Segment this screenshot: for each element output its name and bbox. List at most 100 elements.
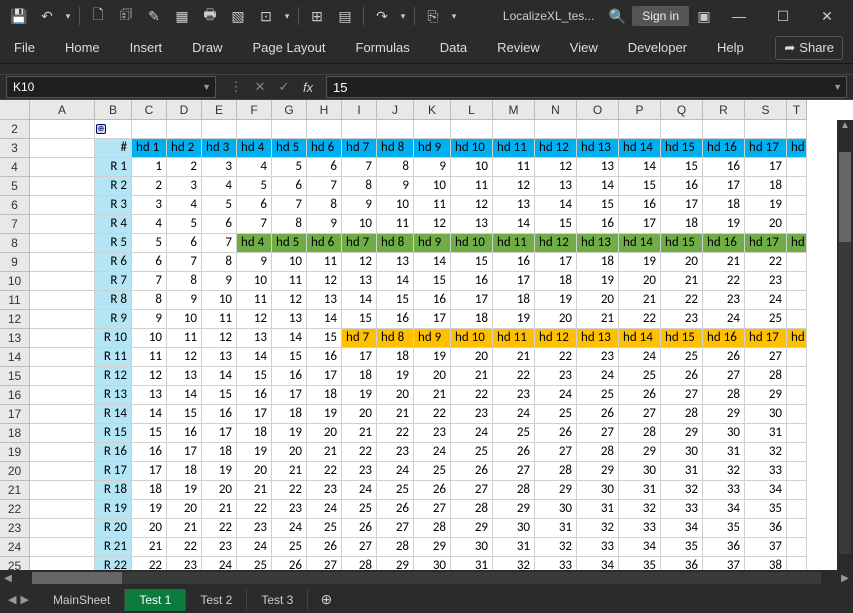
cell[interactable]: 24 bbox=[703, 310, 745, 329]
cell[interactable]: 4 bbox=[132, 215, 167, 234]
cell[interactable]: 10 bbox=[377, 196, 414, 215]
cell[interactable]: 24 bbox=[493, 405, 535, 424]
row-header[interactable]: 24 bbox=[0, 538, 30, 557]
cell[interactable] bbox=[30, 348, 95, 367]
cell[interactable]: 29 bbox=[619, 443, 661, 462]
cell[interactable]: hd 5 bbox=[272, 139, 307, 158]
cell[interactable]: 29 bbox=[535, 481, 577, 500]
cell[interactable]: 25 bbox=[619, 367, 661, 386]
cell[interactable]: 16 bbox=[377, 310, 414, 329]
cell[interactable]: 7 bbox=[167, 253, 202, 272]
vertical-scrollbar[interactable]: ▲ ▼ bbox=[837, 120, 853, 586]
quick-icon-7[interactable]: ▤ bbox=[332, 3, 358, 29]
cell[interactable]: 33 bbox=[619, 519, 661, 538]
cell[interactable]: 22 bbox=[535, 348, 577, 367]
formula-input[interactable]: 15▼ bbox=[326, 76, 847, 98]
cell[interactable]: 20 bbox=[377, 386, 414, 405]
cell[interactable]: 32 bbox=[703, 462, 745, 481]
scroll-thumb-h[interactable] bbox=[32, 572, 122, 584]
cell[interactable]: 19 bbox=[237, 443, 272, 462]
cell[interactable]: 16 bbox=[493, 253, 535, 272]
cell[interactable]: 12 bbox=[237, 310, 272, 329]
cell[interactable]: 33 bbox=[703, 481, 745, 500]
quick-icon-4[interactable]: ▧ bbox=[225, 3, 251, 29]
cell[interactable]: 10 bbox=[132, 329, 167, 348]
cell[interactable]: 10 bbox=[167, 310, 202, 329]
cell[interactable]: 23 bbox=[272, 500, 307, 519]
cell[interactable]: hd 2 bbox=[167, 139, 202, 158]
cell[interactable]: 24 bbox=[619, 348, 661, 367]
cell[interactable]: 9 bbox=[377, 177, 414, 196]
cell[interactable]: 12 bbox=[307, 272, 342, 291]
cell[interactable]: 29 bbox=[414, 538, 451, 557]
cell[interactable]: 18 bbox=[237, 424, 272, 443]
sheet-tab[interactable]: Test 3 bbox=[247, 589, 308, 611]
cell[interactable]: 37 bbox=[745, 538, 787, 557]
cell[interactable]: 22 bbox=[619, 310, 661, 329]
cell[interactable]: 34 bbox=[661, 519, 703, 538]
cell[interactable]: 24 bbox=[342, 481, 377, 500]
cell[interactable]: 31 bbox=[703, 443, 745, 462]
cell[interactable]: 27 bbox=[577, 424, 619, 443]
cell[interactable] bbox=[30, 177, 95, 196]
cell[interactable]: 25 bbox=[414, 462, 451, 481]
cell[interactable]: 19 bbox=[272, 424, 307, 443]
cell[interactable]: 16 bbox=[167, 424, 202, 443]
cell[interactable]: 35 bbox=[703, 519, 745, 538]
cell[interactable]: 28 bbox=[451, 500, 493, 519]
cell[interactable]: hd 7 bbox=[342, 234, 377, 253]
cell[interactable]: 22 bbox=[202, 519, 237, 538]
cell[interactable]: 19 bbox=[493, 310, 535, 329]
cell[interactable]: 16 bbox=[451, 272, 493, 291]
cell[interactable]: 21 bbox=[414, 386, 451, 405]
cell[interactable] bbox=[30, 253, 95, 272]
cancel-formula-icon[interactable]: ✕ bbox=[248, 76, 272, 98]
cell[interactable]: hd 9 bbox=[414, 234, 451, 253]
cell[interactable]: 34 bbox=[703, 500, 745, 519]
cell[interactable]: 27 bbox=[377, 519, 414, 538]
cell[interactable]: 5 bbox=[167, 215, 202, 234]
cell[interactable]: 32 bbox=[745, 443, 787, 462]
cell[interactable]: 28 bbox=[377, 538, 414, 557]
col-header[interactable]: T bbox=[787, 100, 807, 120]
cell[interactable]: 18 bbox=[451, 310, 493, 329]
cell[interactable]: 22 bbox=[661, 291, 703, 310]
cell[interactable]: 11 bbox=[451, 177, 493, 196]
cell[interactable]: 28 bbox=[661, 405, 703, 424]
cell[interactable]: 6 bbox=[202, 215, 237, 234]
cell[interactable]: 26 bbox=[493, 443, 535, 462]
cell[interactable]: hd 4 bbox=[237, 234, 272, 253]
fb-dots-icon[interactable]: ⋮ bbox=[224, 76, 248, 98]
cell[interactable]: 5 bbox=[237, 177, 272, 196]
cell[interactable]: hd 4 bbox=[237, 139, 272, 158]
cell[interactable]: 31 bbox=[745, 424, 787, 443]
row-header[interactable]: 17 bbox=[0, 405, 30, 424]
cell[interactable]: hd 7 bbox=[342, 139, 377, 158]
cell[interactable]: 23 bbox=[451, 405, 493, 424]
cell[interactable]: 16 bbox=[237, 386, 272, 405]
cell[interactable]: 27 bbox=[342, 538, 377, 557]
horizontal-scrollbar[interactable]: ◀ ▶ bbox=[0, 570, 853, 586]
cell[interactable]: 27 bbox=[661, 386, 703, 405]
cell[interactable]: 16 bbox=[414, 291, 451, 310]
cell[interactable]: 8 bbox=[377, 158, 414, 177]
cell[interactable] bbox=[493, 120, 535, 139]
cell[interactable]: 25 bbox=[307, 519, 342, 538]
cell[interactable]: 8 bbox=[202, 253, 237, 272]
cell[interactable]: R 19 bbox=[95, 500, 132, 519]
cell[interactable]: 20 bbox=[451, 348, 493, 367]
cell[interactable]: 1 bbox=[132, 158, 167, 177]
row-header[interactable]: 9 bbox=[0, 253, 30, 272]
cell[interactable]: R 9 bbox=[95, 310, 132, 329]
row-header[interactable]: 6 bbox=[0, 196, 30, 215]
cell[interactable] bbox=[237, 120, 272, 139]
cell[interactable]: 30 bbox=[745, 405, 787, 424]
quick-icon-3[interactable]: ▦ bbox=[169, 3, 195, 29]
cell[interactable]: 10 bbox=[202, 291, 237, 310]
cell[interactable] bbox=[787, 538, 807, 557]
cell[interactable]: 7 bbox=[272, 196, 307, 215]
cell[interactable]: hd 6 bbox=[307, 234, 342, 253]
add-sheet-icon[interactable]: ⊕ bbox=[314, 591, 338, 608]
cell[interactable]: 17 bbox=[237, 405, 272, 424]
cell[interactable]: 9 bbox=[342, 196, 377, 215]
